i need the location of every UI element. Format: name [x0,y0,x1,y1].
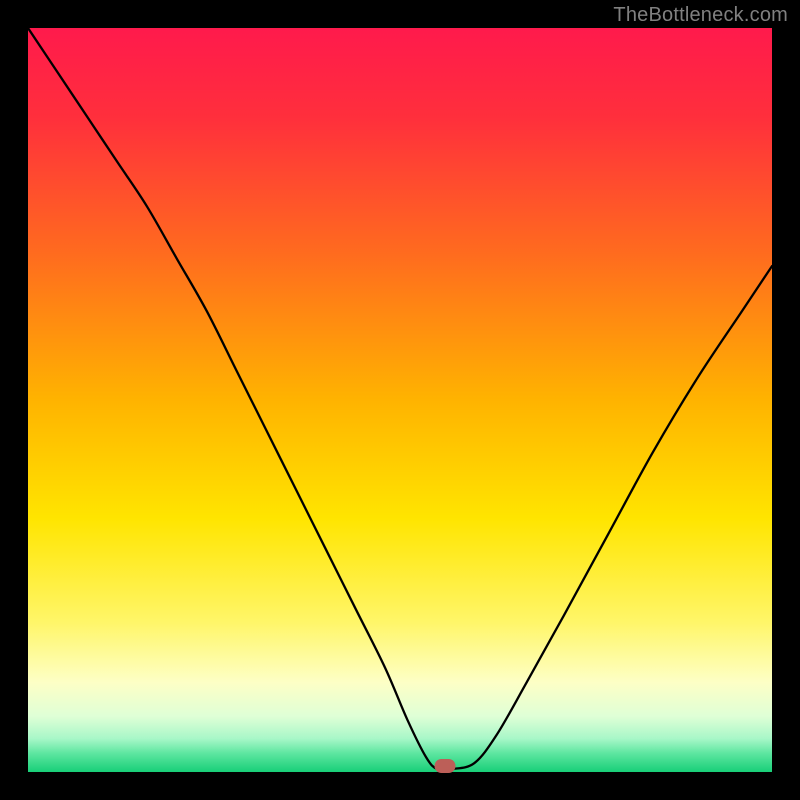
watermark-text: TheBottleneck.com [613,4,788,27]
chart-frame: TheBottleneck.com [0,0,800,800]
bottleneck-curve [28,28,772,772]
optimal-point-marker [434,759,455,773]
plot-area [28,28,772,772]
